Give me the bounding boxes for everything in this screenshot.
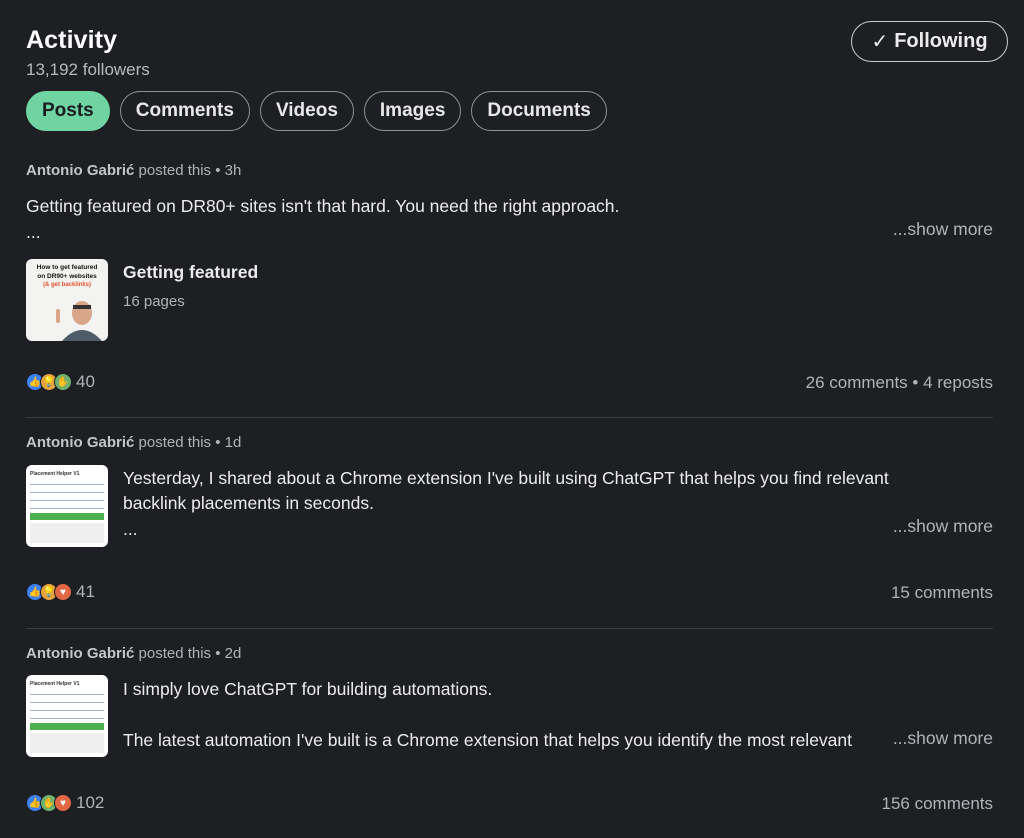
following-label: Following xyxy=(894,30,988,52)
reactions-summary[interactable]: 👍 💡 ♥ 41 xyxy=(26,582,95,602)
activity-header: Activity 13,192 followers xyxy=(26,26,150,80)
tab-videos[interactable]: Videos xyxy=(259,91,354,131)
post-stats[interactable]: 15 comments xyxy=(891,583,993,603)
post-divider xyxy=(26,417,993,418)
form-preview: Placement Helper V1 xyxy=(26,675,108,757)
following-button[interactable]: ✓ Following xyxy=(851,21,1008,62)
support-reaction-icon: ✋ xyxy=(54,373,72,391)
reaction-count: 40 xyxy=(76,372,95,391)
tab-comments[interactable]: Comments xyxy=(119,91,250,131)
post-stats[interactable]: 156 comments xyxy=(882,794,994,814)
post-meta: posted this • 3h xyxy=(138,162,242,179)
page-title: Activity xyxy=(26,26,118,54)
thumb-title-line1: How to get featured xyxy=(36,264,98,271)
show-more-link[interactable]: ...show more xyxy=(888,728,993,749)
post-byline: Antonio Gabrić posted this • 3h xyxy=(26,162,993,179)
post-card[interactable]: Antonio Gabrić posted this • 2d Placemen… xyxy=(26,645,993,825)
post-text-line2: backlink placements in seconds. xyxy=(123,493,374,513)
author-name[interactable]: Antonio Gabrić xyxy=(26,162,134,179)
post-text: I simply love ChatGPT for building autom… xyxy=(123,679,493,699)
followers-count: 13,192 followers xyxy=(26,60,150,79)
document-thumbnail[interactable]: How to get featured on DR90+ websites (&… xyxy=(26,259,108,341)
post-card[interactable]: Antonio Gabrić posted this • 3h Getting … xyxy=(26,162,993,402)
post-stats[interactable]: 26 comments • 4 reposts xyxy=(806,373,993,393)
checkmark-icon: ✓ xyxy=(871,31,889,53)
author-name[interactable]: Antonio Gabrić xyxy=(26,434,134,451)
form-preview: Placement Helper V1 xyxy=(26,465,108,547)
activity-tabs: Posts Comments Videos Images Documents xyxy=(26,91,607,131)
tab-images[interactable]: Images xyxy=(363,91,462,131)
post-text-line2: The latest automation I've built is a Ch… xyxy=(123,730,853,750)
love-reaction-icon: ♥ xyxy=(54,583,72,601)
show-more-link[interactable]: ...show more xyxy=(888,516,993,537)
post-byline: Antonio Gabrić posted this • 2d xyxy=(26,645,993,662)
tab-posts[interactable]: Posts xyxy=(26,91,110,131)
post-text-ellipsis: ... xyxy=(123,519,138,539)
show-more-link[interactable]: ...show more xyxy=(888,219,993,240)
post-divider xyxy=(26,628,993,629)
reactions-summary[interactable]: 👍 💡 ✋ 40 xyxy=(26,372,95,392)
author-name[interactable]: Antonio Gabrić xyxy=(26,645,134,662)
post-byline: Antonio Gabrić posted this • 1d xyxy=(26,434,993,451)
love-reaction-icon: ♥ xyxy=(54,794,72,812)
document-pages: 16 pages xyxy=(123,293,185,310)
reaction-count: 41 xyxy=(76,582,95,601)
post-text-ellipsis: ... xyxy=(26,222,41,242)
document-info[interactable]: Getting featured 16 pages xyxy=(123,262,258,310)
post-meta: posted this • 2d xyxy=(138,645,242,662)
form-preview-title: Placement Helper V1 xyxy=(30,681,80,687)
post-text: Yesterday, I shared about a Chrome exten… xyxy=(123,468,889,488)
reactions-summary[interactable]: 👍 ✋ ♥ 102 xyxy=(26,793,104,813)
form-preview-title: Placement Helper V1 xyxy=(30,471,80,477)
thumb-title-line2: on DR90+ websites xyxy=(37,273,97,280)
post-text: Getting featured on DR80+ sites isn't th… xyxy=(26,196,620,216)
post-meta: posted this • 1d xyxy=(138,434,242,451)
reaction-count: 102 xyxy=(76,793,105,812)
post-image-thumbnail[interactable]: Placement Helper V1 xyxy=(26,465,108,547)
thumb-subtitle: (& get backlinks) xyxy=(42,282,91,288)
post-card[interactable]: Antonio Gabrić posted this • 1d Placemen… xyxy=(26,434,993,614)
tab-documents[interactable]: Documents xyxy=(471,91,607,131)
document-title: Getting featured xyxy=(123,262,259,282)
author-photo xyxy=(56,301,102,341)
post-image-thumbnail[interactable]: Placement Helper V1 xyxy=(26,675,108,757)
thumb-title: How to get featured on DR90+ websites (&… xyxy=(26,263,108,290)
